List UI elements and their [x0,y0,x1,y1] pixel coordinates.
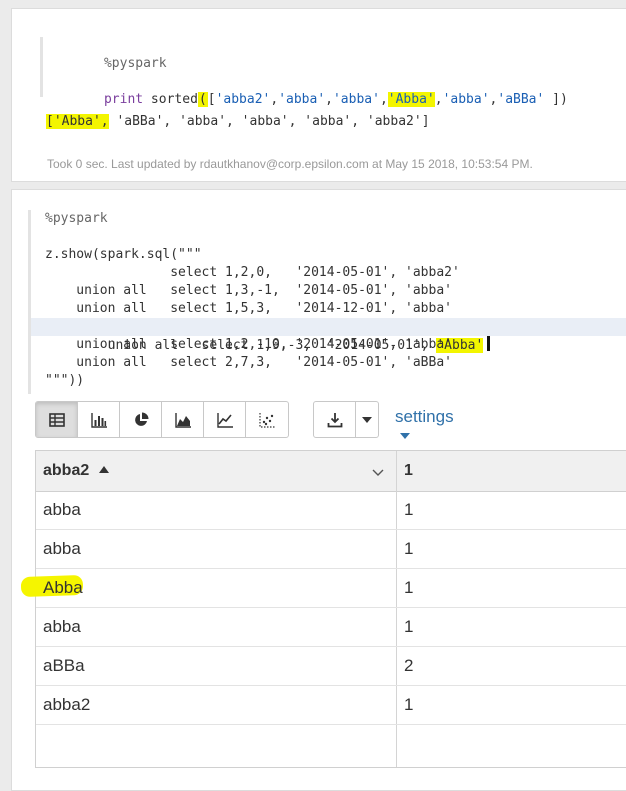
code-line: %pyspark [45,211,108,226]
table-row: abba 1 [36,491,626,530]
pie-chart-icon[interactable] [120,402,162,437]
area-chart-icon[interactable] [162,402,204,437]
column-menu-chevron-down-icon[interactable] [372,464,384,482]
table-cell: 1 [404,695,414,714]
chevron-down-icon [400,433,410,439]
table-cell: abba [43,500,81,519]
result-table: abba2 1 abba 1 abba 1 Abba 1 abba 1 aBBa… [20,450,626,768]
table-cell: abba2 [43,695,91,714]
table-cell: aBBa [43,656,85,675]
table-cell: abba [43,539,81,558]
paragraph-status: Took 0 sec. Last updated by rdautkhanov@… [47,157,533,171]
table-row: abba 1 [36,530,626,569]
line-chart-icon[interactable] [204,402,246,437]
table-row: aBBa 2 [36,647,626,686]
view-type-buttons [35,401,289,438]
code-line: select 1,2,0, '2014-05-01', 'abba2' [45,265,460,280]
table-header: abba2 1 [36,451,626,492]
sort-ascending-icon [99,466,110,473]
code-line: %pyspark [103,56,167,71]
code-line: print sorted(['abba2','abba','abba','Abb… [43,73,626,107]
code-line-print-sorted: print sorted(['abba2','abba','abba','Abb… [103,92,568,107]
code-line: union all select 2,7,3, '2014-05-01', 'a… [45,355,452,370]
download-icon[interactable] [314,402,356,437]
column-header-1[interactable]: 1 [404,451,413,491]
code-line: z.show(spark.sql(""" [45,247,202,262]
table-row: abba2 1 [36,686,626,725]
bar-chart-icon[interactable] [78,402,120,437]
table-cell: 1 [404,500,414,519]
table-cell: 1 [404,617,414,636]
table-cell: 1 [404,578,414,597]
table-cell: 1 [404,539,414,558]
code-line: union all select 1,3,-1, '2014-05-01', '… [45,283,452,298]
download-dropdown-caret-icon[interactable] [356,402,378,437]
settings-label: settings [395,407,454,426]
code-line: union all select 1,2,-10, '2014-05-01', … [45,337,452,352]
code-editor-1[interactable]: %pyspark print sorted(['abba2','abba','a… [40,37,626,107]
table-cell: Abba [43,578,83,597]
table-cell: 2 [404,656,414,675]
table-cell: abba [43,617,81,636]
code-line: """)) [45,373,85,388]
table-row: abba 1 [36,608,626,647]
table-icon[interactable] [36,402,78,437]
scatter-chart-icon[interactable] [246,402,288,437]
table-row: Abba 1 [20,569,626,608]
settings-toggle[interactable]: settings [395,407,454,447]
download-button-group [313,401,379,438]
code-line-active: union all select 1,9,-3, '2014-05-01', '… [31,318,626,353]
notebook-paragraph-1: %pyspark print sorted(['abba2','abba','a… [11,8,626,182]
paragraph-output: ['Abba', 'aBBa', 'abba', 'abba', 'abba',… [46,114,430,129]
highlighted-output-item: ['Abba', [46,114,109,129]
column-header-abba2[interactable]: abba2 [43,451,110,491]
code-line: union all select 1,5,3, '2014-12-01', 'a… [45,301,452,316]
code-editor-2[interactable]: %pyspark z.show(spark.sql(""" select 1,2… [28,210,626,394]
